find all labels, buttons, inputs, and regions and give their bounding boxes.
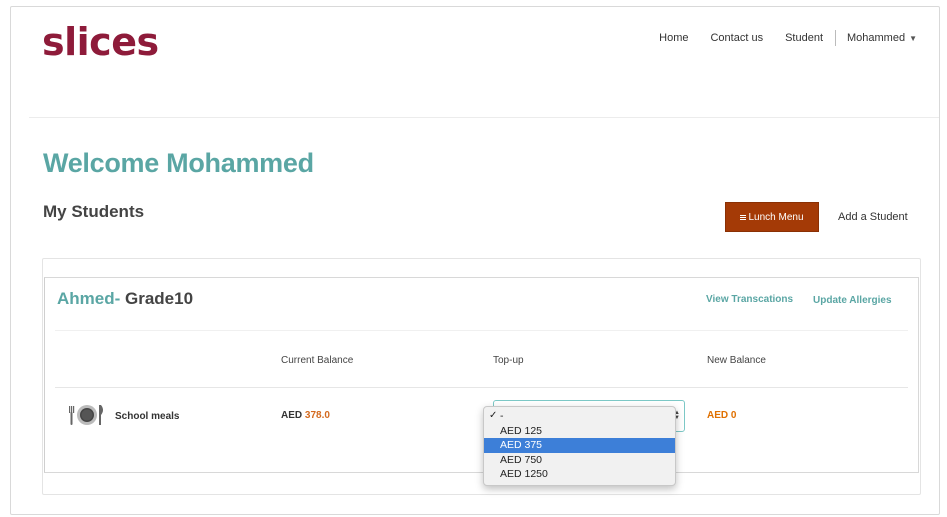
student-card: Ahmed- Grade10 View Transcations Update … [44,277,919,473]
browser-page-frame: slices Home Contact us Student Mohammed … [10,6,940,515]
welcome-heading: Welcome Mohammed [43,148,314,178]
user-menu[interactable]: Mohammed ▼ [847,32,917,44]
topup-header: Top-up [493,355,524,366]
nav-contact-link[interactable]: Contact us [710,32,763,44]
user-name: Mohammed [847,32,906,44]
service-label: School meals [115,411,180,422]
plate-cutlery-icon [69,405,103,425]
current-balance-value: AED 378.0 [281,410,330,421]
nav-home-link[interactable]: Home [659,32,688,44]
card-divider [55,330,908,331]
balance-amount: 378.0 [304,410,330,421]
caret-down-icon: ▼ [909,33,917,43]
lunch-menu-button[interactable]: Lunch Menu [725,202,819,232]
add-student-link[interactable]: Add a Student [838,211,908,223]
student-first-name: Ahmed- [57,289,121,308]
update-allergies-link[interactable]: Update Allergies [813,295,892,306]
topup-option-125[interactable]: AED 125 [484,424,675,439]
topup-option-375[interactable]: AED 375 [484,438,675,453]
nav-student-link[interactable]: Student [785,32,823,44]
student-name: Ahmed- Grade10 [57,289,193,309]
table-header-divider [55,387,908,388]
topup-option-750[interactable]: AED 750 [484,453,675,468]
view-transactions-link[interactable]: View Transcations [706,294,793,305]
top-nav: Home Contact us Student Mohammed ▼ [637,30,917,46]
checkmark-icon: ✓ [489,410,498,421]
list-icon [740,214,747,220]
current-balance-header: Current Balance [281,355,354,366]
student-grade: Grade10 [120,289,194,308]
balance-currency: AED [281,410,305,421]
lunch-menu-label: Lunch Menu [748,211,804,223]
topup-option-none[interactable]: ✓ - [484,409,675,424]
nav-divider [835,30,836,46]
students-panel: Ahmed- Grade10 View Transcations Update … [42,258,921,495]
topup-option-1250[interactable]: AED 1250 [484,467,675,482]
my-students-heading: My Students [43,202,145,221]
header-divider [29,117,939,118]
slices-logo[interactable]: slices [42,23,159,61]
new-balance-header: New Balance [707,355,766,366]
new-balance-value: AED 0 [707,410,737,421]
topup-dropdown-list[interactable]: ✓ - AED 125 AED 375 AED 750 AED 1250 [483,406,676,486]
